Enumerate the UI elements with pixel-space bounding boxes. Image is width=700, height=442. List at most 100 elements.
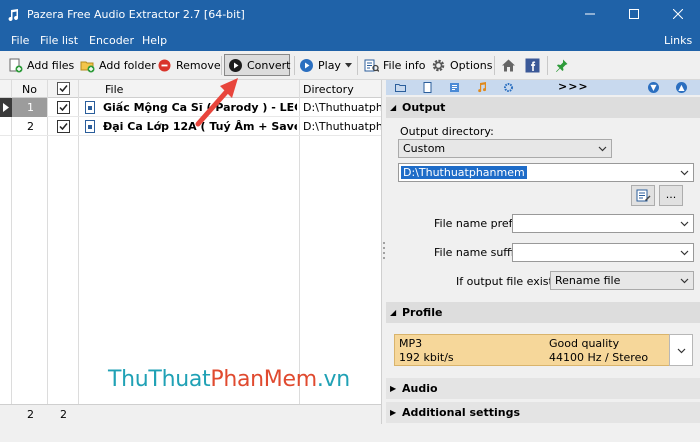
browse-button[interactable]: ... — [659, 185, 683, 206]
more-tabs-arrows[interactable]: >>> — [558, 80, 589, 93]
expand-arrow-icon: ▶ — [390, 408, 397, 417]
profile-dropdown-button[interactable] — [669, 334, 693, 366]
add-folder-button[interactable]: Add folder — [77, 54, 159, 76]
header-directory[interactable]: Directory — [303, 83, 354, 96]
minimize-button[interactable] — [568, 0, 612, 31]
toolbar-separator — [294, 56, 295, 75]
home-icon — [502, 59, 515, 71]
add-files-label: Add files — [27, 58, 75, 72]
profile-format: MP3 — [399, 337, 423, 350]
header-file[interactable]: File — [105, 83, 123, 96]
file-info-button[interactable]: File info — [361, 54, 429, 76]
profile-selector[interactable]: MP3 Good quality 192 kbit/s 44100 Hz / S… — [394, 334, 693, 366]
file-count: 2 — [27, 408, 34, 421]
options-label: Options — [450, 58, 493, 72]
menu-file[interactable]: File — [11, 34, 29, 47]
row-directory: D:\Thuthuatphan — [303, 120, 381, 133]
edit-directory-button[interactable] — [631, 185, 655, 206]
suffix-input[interactable] — [512, 243, 694, 262]
output-directory-mode-select[interactable]: Custom — [398, 139, 612, 158]
output-section-header[interactable]: ◢ Output — [386, 97, 700, 118]
row-directory: D:\Thuthuatphan — [303, 101, 381, 114]
facebook-icon — [525, 58, 540, 72]
check-icon — [59, 123, 68, 131]
output-section-title: Output — [402, 101, 446, 114]
play-label: Play — [318, 58, 341, 72]
annotation-arrow-icon — [195, 78, 238, 127]
chevron-down-icon — [680, 170, 689, 176]
folder-tab-icon[interactable] — [395, 82, 406, 93]
check-icon — [59, 85, 68, 93]
menu-help[interactable]: Help — [142, 34, 167, 47]
convert-label: Convert — [247, 58, 291, 72]
add-files-button[interactable]: Add files — [5, 54, 77, 76]
maximize-button[interactable] — [612, 0, 656, 31]
profile-bitrate: 192 kbit/s — [399, 351, 454, 364]
profile-quality: Good quality — [549, 337, 620, 350]
chevron-down-icon — [680, 250, 689, 256]
additional-settings-header[interactable]: ▶ Additional settings — [386, 402, 700, 423]
audio-file-icon — [85, 120, 95, 133]
home-button[interactable] — [498, 54, 519, 76]
row-checkbox[interactable] — [57, 101, 70, 114]
row-number: 1 — [27, 101, 34, 114]
chevron-down-icon — [598, 146, 607, 152]
music-note-icon — [8, 9, 19, 21]
profile-section-header[interactable]: ◢ Profile — [386, 302, 700, 323]
settings-tab-icon[interactable] — [503, 82, 514, 93]
toolbar: Add files Add folder Remove Convert Play — [0, 51, 700, 80]
exists-select[interactable]: Rename file — [550, 271, 694, 290]
pin-icon — [556, 59, 568, 72]
music-tab-icon[interactable] — [476, 82, 487, 93]
menu-file-list[interactable]: File list — [40, 34, 78, 47]
header-no[interactable]: No — [22, 83, 37, 96]
chevron-down-icon — [680, 221, 689, 227]
add-folder-label: Add folder — [99, 58, 156, 72]
audio-file-icon — [85, 101, 95, 114]
remove-label: Remove — [176, 58, 221, 72]
check-icon — [59, 104, 68, 112]
output-directory-value: D:\Thuthuatphanmem — [401, 166, 527, 179]
document-tab-icon[interactable] — [422, 82, 433, 93]
prefix-input[interactable] — [512, 214, 694, 233]
watermark-part: ThuThuat — [108, 367, 211, 392]
grid-footer: 2 2 — [0, 404, 381, 424]
info-tab-icon[interactable] — [449, 82, 460, 93]
menu-links[interactable]: Links — [664, 34, 692, 47]
toolbar-separator — [494, 56, 495, 75]
watermark: ThuThuatPhanMem.vn — [108, 367, 350, 392]
title-bar: Pazera Free Audio Extractor 2.7 [64-bit] — [0, 0, 700, 31]
expand-all-icon[interactable]: ▼ — [648, 82, 659, 93]
edit-list-icon — [636, 189, 651, 202]
header-checkbox[interactable] — [57, 82, 70, 95]
output-directory-input[interactable]: D:\Thuthuatphanmem — [398, 163, 694, 182]
collapse-arrow-icon: ◢ — [390, 103, 397, 112]
facebook-button[interactable] — [522, 54, 543, 76]
exists-label: If output file exists: — [456, 275, 563, 288]
row-checkbox[interactable] — [57, 120, 70, 133]
maximize-icon — [629, 9, 639, 19]
options-button[interactable]: Options — [428, 54, 495, 76]
row-pointer-icon — [3, 103, 9, 112]
chevron-down-icon — [680, 278, 689, 284]
profile-section-title: Profile — [402, 306, 443, 319]
play-icon — [300, 58, 313, 72]
play-button[interactable]: Play — [296, 54, 355, 76]
watermark-part: PhanMem — [210, 367, 317, 392]
settings-panel: >>> ▼ ▲ ◢ Output Output directory: Custo… — [386, 80, 700, 424]
pin-button[interactable] — [551, 54, 572, 76]
toolbar-separator — [547, 56, 548, 75]
toolbar-separator — [357, 56, 358, 75]
gear-icon — [432, 59, 445, 71]
audio-section-title: Audio — [402, 382, 438, 395]
add-folder-icon — [80, 61, 95, 72]
menu-encoder[interactable]: Encoder — [89, 34, 134, 47]
collapse-all-icon[interactable]: ▲ — [676, 82, 687, 93]
audio-section-header[interactable]: ▶ Audio — [386, 378, 700, 399]
checked-count: 2 — [60, 408, 67, 421]
close-button[interactable] — [656, 0, 700, 31]
play-circle-icon — [229, 58, 242, 72]
window-title: Pazera Free Audio Extractor 2.7 [64-bit] — [27, 8, 245, 21]
row-indicator — [0, 98, 12, 117]
panel-tabs: >>> ▼ ▲ — [386, 80, 700, 95]
